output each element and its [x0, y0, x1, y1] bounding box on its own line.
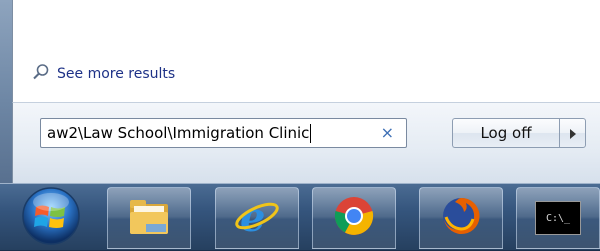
- command-prompt-icon-text: C:\_: [545, 212, 571, 224]
- taskbar-button-command-prompt[interactable]: C:\_: [516, 187, 600, 249]
- clear-search-button[interactable]: ×: [381, 124, 394, 142]
- text-caret: [310, 123, 312, 143]
- taskbar-button-firefox[interactable]: [419, 187, 503, 249]
- internet-explorer-icon: e: [233, 193, 281, 243]
- log-off-label: Log off: [480, 124, 532, 142]
- taskbar-button-internet-explorer[interactable]: e: [215, 187, 299, 249]
- folder-icon: [126, 194, 172, 242]
- start-menu: [0, 0, 600, 184]
- see-more-results-label: See more results: [57, 66, 176, 82]
- chrome-icon: [332, 194, 376, 242]
- taskbar-button-google-chrome[interactable]: [312, 187, 396, 249]
- windows-logo-icon: [20, 187, 82, 251]
- arrow-right-icon: [569, 124, 577, 143]
- shutdown-options-arrow-button[interactable]: [559, 118, 586, 148]
- firefox-icon: [438, 193, 484, 243]
- start-button[interactable]: [20, 185, 82, 247]
- log-off-button[interactable]: Log off: [452, 118, 559, 148]
- see-more-results-link[interactable]: See more results: [32, 62, 175, 86]
- command-prompt-icon: C:\_: [535, 201, 581, 235]
- magnifier-icon: [32, 63, 50, 85]
- taskbar-button-windows-explorer[interactable]: [107, 187, 191, 249]
- taskbar: [0, 183, 600, 250]
- start-search-input[interactable]: aw2\Law School\Immigration Clinic ×: [40, 118, 407, 148]
- search-input-text: aw2\Law School\Immigration Clinic: [47, 124, 310, 142]
- search-results-panel: [12, 0, 600, 102]
- svg-text:e: e: [240, 194, 265, 239]
